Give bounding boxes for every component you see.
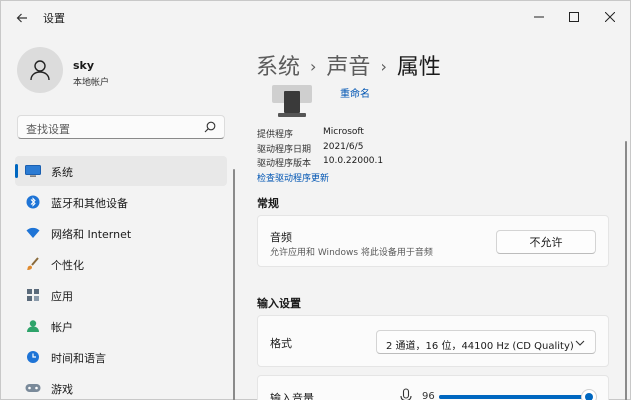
input-volume-slider[interactable] [439,389,597,400]
breadcrumb-sound[interactable]: 声音 [326,55,370,80]
system-icon [25,163,41,179]
format-dropdown-value: 2 通道，16 位，44100 Hz (CD Quality) [386,341,574,352]
sidebar-item-label: 帐户 [51,321,73,334]
audio-title: 音频 [270,231,292,244]
sidebar-item-label: 时间和语言 [51,352,106,365]
breadcrumb-chevron-icon: › [310,57,317,76]
account-icon [25,318,41,334]
breadcrumb-system[interactable]: 系统 [256,55,300,80]
search-placeholder: 查找设置 [26,123,70,136]
slider-thumb[interactable] [580,389,597,400]
driver-version-value: 10.0.22000.1 [323,156,384,166]
chevron-down-icon [575,340,585,346]
audio-card: 音频 允许应用和 Windows 将此设备用于音频 不允许 [257,215,609,267]
settings-window: 设置 sky 本地帐户 查找设置 系统 蓝牙和其他设备 网络和 Internet… [0,0,631,400]
sidebar-item-network[interactable]: 网络和 Internet [15,218,227,248]
sidebar-item-time-language[interactable]: 时间和语言 [15,342,227,372]
apps-icon [25,287,41,303]
disallow-audio-button[interactable]: 不允许 [496,230,596,254]
sidebar-item-label: 应用 [51,290,73,303]
sidebar-item-label: 游戏 [51,383,73,396]
title-bar: 设置 [1,1,631,33]
breadcrumb: 系统 › 声音 › 属性 [256,49,441,81]
brush-icon [25,256,41,272]
gamepad-icon [25,380,41,396]
maximize-icon [569,12,579,22]
general-section-title: 常规 [257,197,279,210]
sidebar-item-gaming[interactable]: 游戏 [15,373,227,400]
avatar [17,47,63,93]
slider-fill [439,395,589,399]
minimize-icon [534,16,544,18]
search-icon [204,121,216,133]
sidebar-item-apps[interactable]: 应用 [15,280,227,310]
sidebar-item-label: 蓝牙和其他设备 [51,197,128,210]
sidebar-item-system[interactable]: 系统 [15,156,227,186]
input-settings-section-title: 输入设置 [257,297,301,310]
user-icon [30,60,50,81]
driver-date-label: 驱动程序日期 [257,145,312,155]
user-name: sky [73,59,95,72]
check-driver-update-link[interactable]: 检查驱动程序更新 [257,171,329,184]
sidebar-item-personalization[interactable]: 个性化 [15,249,227,279]
search-input[interactable]: 查找设置 [17,115,225,139]
sidebar-item-label: 系统 [51,166,73,179]
sidebar-item-label: 个性化 [51,259,84,272]
format-dropdown[interactable]: 2 通道，16 位，44100 Hz (CD Quality) [376,330,596,354]
microphone-icon [400,388,412,400]
close-button[interactable] [588,1,631,33]
page-title: 属性 [396,55,441,80]
driver-version-label: 驱动程序版本 [257,159,312,169]
wifi-icon [25,225,41,241]
input-volume-value: 96 [422,391,435,400]
close-icon [605,12,615,22]
rename-link[interactable]: 重命名 [340,85,370,100]
back-button[interactable] [9,7,35,29]
driver-date-value: 2021/6/5 [323,142,364,152]
bluetooth-icon [25,194,41,210]
clock-icon [25,349,41,365]
audio-description: 允许应用和 Windows 将此设备用于音频 [270,248,433,258]
sidebar-item-label: 网络和 Internet [51,228,132,241]
format-label: 格式 [270,337,292,350]
format-card: 格式 2 通道，16 位，44100 Hz (CD Quality) [257,315,609,367]
account-type: 本地帐户 [73,78,110,88]
back-arrow-icon [16,13,27,23]
sidebar-item-bluetooth[interactable]: 蓝牙和其他设备 [15,187,227,217]
sidebar-scrollbar[interactable] [233,169,235,400]
sidebar-item-accounts[interactable]: 帐户 [15,311,227,341]
provider-label: 提供程序 [257,130,294,140]
breadcrumb-chevron-icon: › [380,57,387,76]
speaker-device-icon [272,85,312,117]
app-title: 设置 [43,12,65,25]
sidebar-nav: 系统 蓝牙和其他设备 网络和 Internet 个性化 应用 帐户 时间和语言 [15,156,227,400]
input-volume-label: 输入音量 [270,392,314,400]
main-scrollbar[interactable] [625,141,627,400]
provider-value: Microsoft [323,127,364,137]
